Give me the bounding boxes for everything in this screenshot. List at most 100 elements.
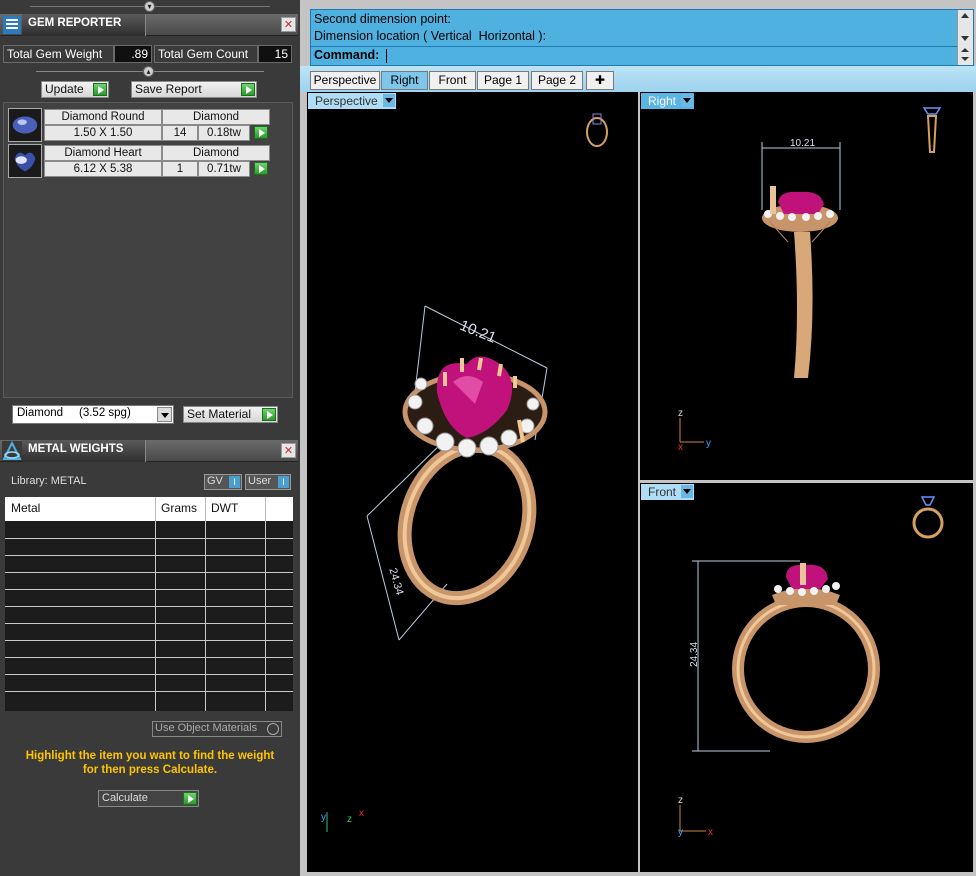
- save-report-button[interactable]: Save Report: [131, 81, 257, 98]
- metal-weights-title: METAL WEIGHTS: [28, 443, 124, 455]
- column-header: Grams: [161, 501, 197, 515]
- gem-go-button[interactable]: [252, 126, 268, 141]
- gem-material: Diamond: [162, 145, 270, 161]
- round-diamond-icon: [8, 108, 42, 142]
- close-icon[interactable]: ✕: [281, 17, 296, 32]
- command-area: Second dimension point: Dimension locati…: [310, 9, 974, 66]
- play-icon: [241, 83, 255, 96]
- svg-text:z: z: [347, 814, 352, 825]
- gem-row-round[interactable]: Diamond Round Diamond 1.50 X 1.50 14 0.1…: [8, 108, 270, 142]
- workspace: Second dimension point: Dimension locati…: [300, 0, 976, 876]
- svg-text:y: y: [321, 812, 326, 823]
- arrow-up-icon[interactable]: [961, 48, 969, 52]
- tab-perspective[interactable]: Perspective: [310, 71, 380, 90]
- play-icon: [254, 126, 268, 139]
- material-select-value: Diamond (3.52 spg): [17, 407, 131, 419]
- arrow-down-icon[interactable]: [961, 57, 969, 61]
- gv-button[interactable]: GV I: [204, 474, 242, 490]
- gem-reporter-title: GEM REPORTER: [28, 17, 122, 29]
- ring-navigator-icon: [912, 496, 944, 539]
- front-render: 24.34 z y x: [678, 496, 944, 838]
- svg-text:z: z: [678, 795, 683, 806]
- tab-page-2[interactable]: Page 2: [531, 71, 583, 90]
- gv-label: GV: [207, 475, 223, 487]
- gem-size: 1.50 X 1.50: [44, 125, 162, 141]
- calculate-button[interactable]: Calculate: [98, 790, 199, 807]
- svg-text:x: x: [359, 808, 364, 819]
- calculate-label: Calculate: [102, 792, 148, 804]
- column-header: Metal: [11, 501, 41, 515]
- tab-page-1[interactable]: Page 1: [477, 71, 529, 90]
- collapse-icon[interactable]: ▾: [144, 1, 155, 12]
- command-input[interactable]: Command:: [311, 46, 957, 65]
- dim-height-label: 24.34: [386, 567, 405, 597]
- set-material-label: Set Material: [187, 407, 252, 421]
- metal-table: Metal Grams DWT: [5, 497, 293, 711]
- calculate-hint: Highlight the item you want to find the …: [10, 749, 290, 777]
- hint-line-1: Highlight the item you want to find the …: [25, 750, 275, 762]
- tab-right[interactable]: Right: [381, 71, 428, 90]
- save-report-label: Save Report: [135, 82, 202, 96]
- ring-navigator-icon: [922, 107, 942, 153]
- toggle-icon: I: [278, 476, 289, 488]
- toggle-icon: I: [229, 476, 240, 488]
- gem-report-icon: [3, 16, 21, 34]
- add-tab-icon[interactable]: ✚: [586, 71, 614, 90]
- command-prompt-label: Command:: [314, 48, 380, 62]
- total-gem-count-value: 15: [258, 45, 292, 63]
- expand-icon[interactable]: ▴: [143, 66, 154, 77]
- total-gem-weight-value: .89: [114, 45, 152, 63]
- ring-navigator-icon: [586, 113, 608, 147]
- radio-icon: [267, 723, 279, 735]
- gem-weight: 0.18tw: [198, 125, 250, 141]
- play-icon: [183, 792, 197, 805]
- tab-front[interactable]: Front: [429, 71, 476, 90]
- front-viewport[interactable]: Front 24.34 z y x: [640, 483, 973, 872]
- play-icon: [262, 408, 276, 421]
- gem-size: 6.12 X 5.38: [44, 161, 162, 177]
- gem-row-heart[interactable]: Diamond Heart Diamond 6.12 X 5.38 1 0.71…: [8, 144, 270, 178]
- top-grip[interactable]: ▾: [0, 0, 300, 14]
- total-gem-count-label: Total Gem Count: [154, 45, 258, 63]
- arrow-up-icon[interactable]: [961, 13, 969, 18]
- svg-text:y: y: [706, 438, 711, 449]
- perspective-viewport[interactable]: Perspective 10.21 24.34 y z x: [307, 92, 638, 872]
- close-icon[interactable]: ✕: [281, 443, 296, 458]
- gem-name: Diamond Round: [44, 109, 162, 125]
- gem-count: 1: [162, 161, 198, 177]
- update-button[interactable]: Update: [41, 81, 109, 98]
- axis-indicator: y z x: [321, 808, 364, 832]
- command-input-scroll[interactable]: [957, 46, 973, 65]
- left-panel: ▾ GEM REPORTER ✕ Total Gem Weight .89 To…: [0, 0, 300, 876]
- right-viewport[interactable]: Right 10.21 z y x: [640, 92, 973, 480]
- perspective-render: 10.21 24.34 y z x: [321, 113, 608, 832]
- update-label: Update: [45, 82, 84, 96]
- play-icon: [254, 162, 268, 175]
- gem-weight: 0.71tw: [198, 161, 250, 177]
- library-label: Library: METAL: [11, 475, 87, 487]
- svg-text:y: y: [678, 827, 683, 838]
- svg-text:x: x: [678, 442, 683, 453]
- use-object-materials-toggle[interactable]: Use Object Materials: [152, 721, 282, 737]
- svg-text:x: x: [708, 827, 713, 838]
- gem-reporter-header: GEM REPORTER ✕: [0, 14, 298, 36]
- right-render: 10.21 z y x: [678, 107, 942, 453]
- heart-diamond-icon: [8, 144, 42, 178]
- gem-go-button[interactable]: [252, 162, 268, 177]
- command-scrollbar[interactable]: [957, 10, 973, 46]
- material-select[interactable]: Diamond (3.52 spg): [12, 405, 174, 424]
- command-history-line: Second dimension point:: [314, 12, 451, 26]
- view-tabs: Perspective Right Front Page 1 Page 2 ✚: [300, 66, 976, 92]
- metal-table-header: Metal Grams DWT: [5, 497, 293, 521]
- dim-width-label: 10.21: [457, 317, 498, 347]
- svg-text:z: z: [678, 408, 683, 419]
- set-material-button[interactable]: Set Material: [183, 406, 278, 423]
- arrow-down-icon[interactable]: [961, 36, 969, 41]
- column-header: DWT: [211, 501, 239, 515]
- command-history-line: Dimension location ( Vertical Horizontal…: [314, 29, 547, 43]
- hint-line-2: for then press Calculate.: [82, 764, 218, 776]
- gem-count: 14: [162, 125, 198, 141]
- user-button[interactable]: User I: [245, 474, 291, 490]
- gem-list: Diamond Round Diamond 1.50 X 1.50 14 0.1…: [3, 102, 293, 398]
- total-gem-weight-label: Total Gem Weight: [3, 45, 114, 63]
